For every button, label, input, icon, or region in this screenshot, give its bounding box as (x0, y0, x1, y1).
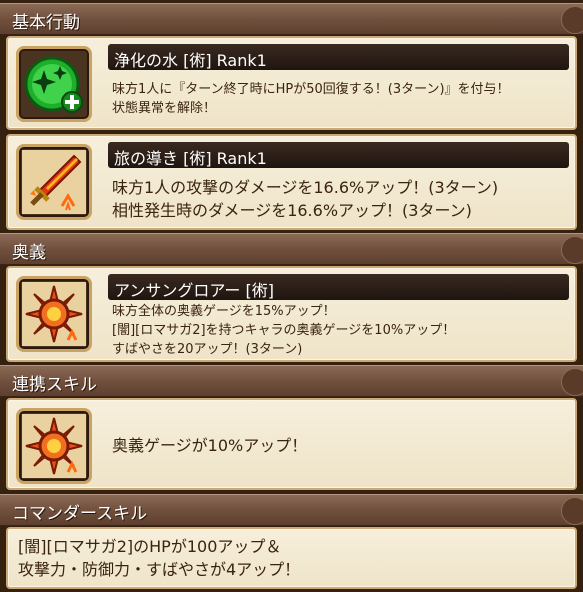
renkei-card[interactable]: 奥義ゲージが10%アップ！ (6, 398, 577, 490)
skill-desc-line: 味方1人の攻撃のダメージを16.6%アップ！(3ターン) (112, 178, 499, 197)
skill-description: 味方1人に『ターン終了時にHPが50回復する！(3ターン)』を付与！ 状態異常を… (112, 80, 567, 118)
section-title-commander: コマンダースキル (12, 504, 148, 524)
renkei-description: 奥義ゲージが10%アップ！ (112, 434, 567, 457)
ougi-desc-line: [闇][ロマサガ2]を持つキャラの奥義ゲージを10%アップ！ (112, 323, 456, 338)
sparkle-heal-icon (16, 46, 92, 122)
renkei-text: 奥義ゲージが10%アップ！ (112, 436, 308, 455)
skill-card-purify-water[interactable]: 浄化の水 [術] Rank1 味方1人に『ターン終了時にHPが50回復する！(3… (6, 36, 577, 130)
section-header-renkei: 連携スキル (0, 365, 583, 397)
section-header-ougi: 奥義 (0, 233, 583, 265)
commander-description: [闇][ロマサガ2]のHPが100アップ＆ 攻撃力・防御力・すばやさが4アップ！ (18, 535, 567, 581)
ougi-title: アンサングロアー [術] (114, 281, 274, 300)
ougi-description: 味方全体の奥義ゲージを15%アップ！ [闇][ロマサガ2]を持つキャラの奥義ゲー… (112, 302, 567, 359)
section-title-basic: 基本行動 (12, 13, 80, 33)
skill-title: 旅の導き [術] Rank1 (114, 149, 267, 168)
skill-desc-line: 状態異常を解除！ (112, 101, 217, 116)
section-title-renkei: 連携スキル (12, 375, 97, 395)
flaming-sword-icon (16, 144, 92, 220)
commander-card[interactable]: [闇][ロマサガ2]のHPが100アップ＆ 攻撃力・防御力・すばやさが4アップ！ (6, 527, 577, 589)
commander-desc-line: 攻撃力・防御力・すばやさが4アップ！ (18, 560, 301, 579)
skill-card-journey-guide[interactable]: 旅の導き [術] Rank1 味方1人の攻撃のダメージを16.6%アップ！(3タ… (6, 134, 577, 230)
ougi-title-bar: アンサングロアー [術] (108, 274, 569, 300)
skill-desc-line: 味方1人に『ターン終了時にHPが50回復する！(3ターン)』を付与！ (112, 82, 510, 97)
skill-title-bar: 浄化の水 [術] Rank1 (108, 44, 569, 70)
skill-panel: 基本行動 浄化の水 [術] Rank1 味方1人に『ターン終了時にHPが50回復… (0, 0, 583, 592)
skill-description: 味方1人の攻撃のダメージを16.6%アップ！(3ターン) 相性発生時のダメージを… (112, 176, 567, 222)
skill-title: 浄化の水 [術] Rank1 (114, 51, 267, 70)
ougi-desc-line: すばやさを20アップ！(3ターン) (112, 342, 303, 357)
section-header-commander: コマンダースキル (0, 494, 583, 526)
commander-desc-line: [闇][ロマサガ2]のHPが100アップ＆ (18, 537, 282, 556)
sun-burst-icon (16, 276, 92, 352)
section-header-basic: 基本行動 (0, 3, 583, 35)
ougi-desc-line: 味方全体の奥義ゲージを15%アップ！ (112, 304, 336, 319)
section-title-ougi: 奥義 (12, 243, 46, 263)
sun-burst-icon (16, 408, 92, 484)
skill-desc-line: 相性発生時のダメージを16.6%アップ！(3ターン) (112, 201, 472, 220)
ougi-card[interactable]: アンサングロアー [術] 味方全体の奥義ゲージを15%アップ！ [闇][ロマサガ… (6, 266, 577, 362)
skill-title-bar: 旅の導き [術] Rank1 (108, 142, 569, 168)
